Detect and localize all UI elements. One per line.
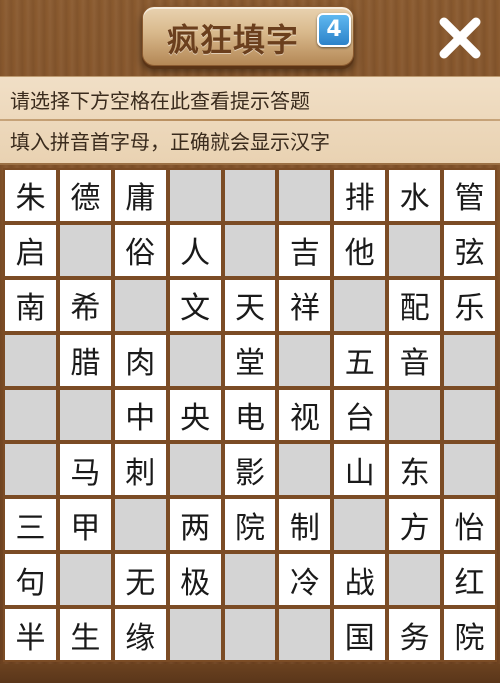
grid-cell-blocked bbox=[444, 389, 495, 441]
grid-cell-2-3[interactable]: 文 bbox=[169, 279, 221, 331]
grid-cell-0-0[interactable]: 朱 bbox=[5, 170, 56, 221]
grid-cell-blocked bbox=[169, 609, 221, 660]
grid-cell-1-8[interactable]: 弦 bbox=[444, 224, 495, 276]
grid-cell-8-2[interactable]: 缘 bbox=[114, 609, 166, 660]
grid-cell-5-2[interactable]: 刺 bbox=[114, 444, 166, 496]
grid-cell-6-0[interactable]: 三 bbox=[5, 499, 56, 551]
grid-cell-6-7[interactable]: 方 bbox=[389, 499, 441, 551]
grid-cell-8-0[interactable]: 半 bbox=[5, 609, 56, 660]
grid-cell-3-1[interactable]: 腊 bbox=[59, 334, 111, 386]
footer-bar bbox=[0, 664, 500, 683]
grid-cell-blocked bbox=[59, 554, 111, 606]
grid-cell-6-5[interactable]: 制 bbox=[279, 499, 331, 551]
grid-cell-blocked bbox=[114, 499, 166, 551]
grid-cell-blocked bbox=[59, 389, 111, 441]
grid-cell-0-2[interactable]: 庸 bbox=[114, 170, 166, 221]
grid-cell-2-0[interactable]: 南 bbox=[5, 279, 56, 331]
hint-divider bbox=[0, 119, 500, 121]
grid-cell-7-2[interactable]: 无 bbox=[114, 554, 166, 606]
grid-cell-blocked bbox=[279, 334, 331, 386]
grid-cell-2-4[interactable]: 天 bbox=[224, 279, 276, 331]
grid-cell-7-3[interactable]: 极 bbox=[169, 554, 221, 606]
grid-cell-blocked bbox=[444, 334, 495, 386]
crossword-grid: 朱德庸排水管启俗人吉他弦南希文天祥配乐腊肉堂五音中央电视台马刺影山东三甲两院制方… bbox=[3, 168, 497, 662]
grid-cell-4-6[interactable]: 台 bbox=[334, 389, 386, 441]
close-x-icon bbox=[439, 17, 481, 59]
grid-cell-1-3[interactable]: 人 bbox=[169, 224, 221, 276]
grid-cell-blocked bbox=[5, 334, 56, 386]
grid-cell-blocked bbox=[224, 170, 276, 221]
grid-cell-blocked bbox=[279, 444, 331, 496]
grid-cell-0-1[interactable]: 德 bbox=[59, 170, 111, 221]
level-badge: 4 bbox=[317, 13, 351, 47]
app-title: 疯狂填字 bbox=[166, 21, 299, 59]
grid-cell-0-6[interactable]: 排 bbox=[334, 170, 386, 221]
grid-cell-blocked bbox=[169, 444, 221, 496]
grid-cell-blocked bbox=[224, 224, 276, 276]
grid-cell-blocked bbox=[5, 444, 56, 496]
grid-cell-blocked bbox=[5, 389, 56, 441]
grid-cell-8-6[interactable]: 国 bbox=[334, 609, 386, 660]
grid-cell-6-3[interactable]: 两 bbox=[169, 499, 221, 551]
grid-cell-blocked bbox=[169, 170, 221, 221]
grid-cell-6-4[interactable]: 院 bbox=[224, 499, 276, 551]
grid-cell-8-1[interactable]: 生 bbox=[59, 609, 111, 660]
grid-cell-blocked bbox=[169, 334, 221, 386]
grid-cell-4-5[interactable]: 视 bbox=[279, 389, 331, 441]
grid-cell-blocked bbox=[444, 444, 495, 496]
grid-cell-3-7[interactable]: 音 bbox=[389, 334, 441, 386]
grid-cell-blocked bbox=[334, 279, 386, 331]
grid-cell-blocked bbox=[389, 554, 441, 606]
grid-cell-5-6[interactable]: 山 bbox=[334, 444, 386, 496]
grid-cell-3-2[interactable]: 肉 bbox=[114, 334, 166, 386]
grid-cell-3-4[interactable]: 堂 bbox=[224, 334, 276, 386]
grid-cell-blocked bbox=[224, 609, 276, 660]
grid-cell-2-7[interactable]: 配 bbox=[389, 279, 441, 331]
grid-cell-8-7[interactable]: 务 bbox=[389, 609, 441, 660]
grid-cell-6-1[interactable]: 甲 bbox=[59, 499, 111, 551]
grid-cell-blocked bbox=[389, 224, 441, 276]
grid-cell-3-6[interactable]: 五 bbox=[334, 334, 386, 386]
grid-cell-0-8[interactable]: 管 bbox=[444, 170, 495, 221]
grid-cell-8-8[interactable]: 院 bbox=[444, 609, 495, 660]
grid-cell-5-1[interactable]: 马 bbox=[59, 444, 111, 496]
grid-cell-5-4[interactable]: 影 bbox=[224, 444, 276, 496]
grid-cell-1-0[interactable]: 启 bbox=[5, 224, 56, 276]
grid-cell-2-5[interactable]: 祥 bbox=[279, 279, 331, 331]
close-button[interactable] bbox=[434, 12, 486, 64]
grid-cell-2-8[interactable]: 乐 bbox=[444, 279, 495, 331]
hint-panel: 请选择下方空格在此查看提示答题 填入拼音首字母，正确就会显示汉字 bbox=[0, 76, 500, 165]
grid-cell-4-3[interactable]: 央 bbox=[169, 389, 221, 441]
grid-cell-6-8[interactable]: 怡 bbox=[444, 499, 495, 551]
grid-cell-1-5[interactable]: 吉 bbox=[279, 224, 331, 276]
grid-cell-7-6[interactable]: 战 bbox=[334, 554, 386, 606]
hint-instruction-fill: 填入拼音首字母，正确就会显示汉字 bbox=[10, 130, 330, 154]
grid-cell-blocked bbox=[279, 170, 331, 221]
grid-cell-blocked bbox=[389, 389, 441, 441]
grid-cell-1-6[interactable]: 他 bbox=[334, 224, 386, 276]
grid-cell-blocked bbox=[114, 279, 166, 331]
grid-cell-2-1[interactable]: 希 bbox=[59, 279, 111, 331]
grid-cell-4-2[interactable]: 中 bbox=[114, 389, 166, 441]
hint-instruction-select: 请选择下方空格在此查看提示答题 bbox=[10, 89, 310, 113]
grid-cell-blocked bbox=[334, 499, 386, 551]
grid-cell-0-7[interactable]: 水 bbox=[389, 170, 441, 221]
title-plate: 疯狂填字 4 bbox=[142, 6, 354, 66]
grid-cell-blocked bbox=[59, 224, 111, 276]
grid-cell-7-5[interactable]: 冷 bbox=[279, 554, 331, 606]
header: 疯狂填字 4 bbox=[0, 0, 500, 78]
grid-cell-blocked bbox=[279, 609, 331, 660]
grid-cell-blocked bbox=[224, 554, 276, 606]
grid-cell-7-0[interactable]: 句 bbox=[5, 554, 56, 606]
grid-cell-7-8[interactable]: 红 bbox=[444, 554, 495, 606]
grid-cell-5-7[interactable]: 东 bbox=[389, 444, 441, 496]
grid-cell-4-4[interactable]: 电 bbox=[224, 389, 276, 441]
grid-cell-1-2[interactable]: 俗 bbox=[114, 224, 166, 276]
